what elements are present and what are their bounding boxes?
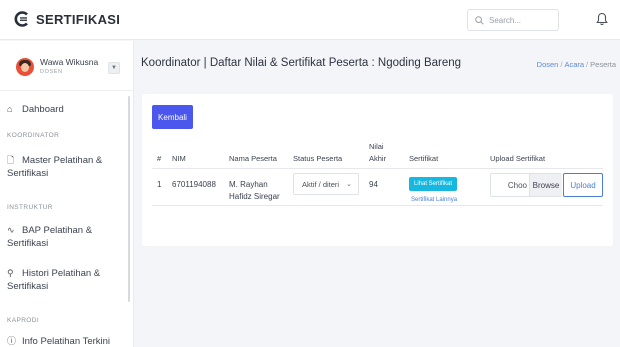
sidebar-item-histori-pelatihan[interactable]: ⚲ Histori Pelatihan & Sertifikasi	[7, 267, 125, 293]
search-input[interactable]	[489, 15, 551, 25]
sidebar: Wawa Wikusna DOSEN ▼ ⌂ Dahboard KOORDINAT…	[0, 41, 134, 347]
cell-grade: 94	[369, 180, 378, 189]
bell-icon[interactable]	[596, 12, 608, 26]
search-icon	[475, 15, 484, 25]
sidebar-item-label: Histori Pelatihan & Sertifikasi	[7, 268, 101, 292]
view-certificate-button[interactable]: Lihat Sertifikat	[409, 177, 457, 191]
app-title: SERTIFIKASI	[36, 11, 121, 27]
sidebar-item-label: Master Pelatihan & Sertifikasi	[7, 155, 103, 179]
sidebar-item-master-pelatihan[interactable]: 🗋 Master Pelatihan & Sertifikasi	[7, 154, 125, 180]
breadcrumb-dosen[interactable]: Dosen	[537, 60, 559, 69]
file-choose-label[interactable]: Choo	[491, 174, 529, 196]
avatar[interactable]	[16, 58, 34, 76]
activity-icon: ∿	[7, 225, 15, 235]
breadcrumb-acara[interactable]: Acara	[564, 60, 584, 69]
sidebar-item-label: BAP Pelatihan & Sertifikasi	[7, 225, 93, 249]
column-header-no: #	[157, 154, 162, 163]
upload-button[interactable]: Upload	[563, 173, 603, 197]
column-header-grade-line2: Akhir	[369, 154, 387, 163]
sidebar-scrollbar[interactable]	[128, 96, 130, 302]
page-title: Koordinator | Daftar Nilai & Sertifikat …	[141, 57, 462, 69]
browse-button[interactable]: Browse	[529, 174, 562, 196]
info-icon: ⓘ	[7, 336, 17, 346]
home-icon: ⌂	[7, 104, 13, 114]
certificate-c-icon	[14, 11, 28, 27]
other-certificate-link[interactable]: Sertifikat Lainnya	[411, 197, 457, 203]
user-panel: Wawa Wikusna DOSEN ▼	[0, 41, 134, 91]
sidebar-item-info-pelatihan[interactable]: ⓘ Info Pelatihan Terkini	[7, 335, 131, 347]
table-row-divider	[152, 205, 603, 206]
column-header-name: Nama Peserta	[229, 154, 277, 163]
cell-no: 1	[157, 180, 162, 189]
sidebar-section-kaprodi: KAPRODI	[7, 317, 40, 324]
user-badge-icon: ⚲	[7, 268, 14, 278]
back-button[interactable]: Kembali	[152, 105, 193, 129]
sidebar-section-instruktur: INSTRUKTUR	[7, 204, 53, 211]
user-role: DOSEN	[40, 69, 63, 75]
cell-name-line1: M. Rayhan	[229, 180, 268, 189]
column-header-upload: Upload Sertifikat	[490, 154, 546, 163]
clipboard-icon: 🗋	[7, 155, 15, 165]
sidebar-section-koordinator: KOORDINATOR	[7, 132, 60, 139]
chevron-down-icon: ▼	[111, 65, 117, 71]
cell-nim: 6701194088	[172, 180, 216, 189]
chevron-down-icon: ⌄	[346, 181, 352, 188]
file-input[interactable]: Choo Browse	[490, 173, 562, 197]
sidebar-item-dashboard[interactable]: ⌂ Dahboard	[7, 103, 64, 116]
main-content: Koordinator | Daftar Nilai & Sertifikat …	[135, 41, 620, 347]
status-value: Aktif / diteri	[302, 179, 340, 189]
status-select[interactable]: Aktif / diteri ⌄	[293, 173, 359, 195]
breadcrumb-peserta: Peserta	[590, 60, 616, 69]
sidebar-item-label: Info Pelatihan Terkini	[22, 336, 111, 347]
column-header-nim: NIM	[172, 154, 186, 163]
user-menu-toggle[interactable]: ▼	[108, 62, 120, 74]
column-header-certificate: Sertifikat	[409, 154, 439, 163]
sidebar-item-bap-pelatihan[interactable]: ∿ BAP Pelatihan & Sertifikasi	[7, 224, 125, 250]
top-navbar: SERTIFIKASI	[0, 0, 620, 40]
cell-name-line2: Hafidz Siregar	[229, 192, 280, 201]
participants-card: Kembali # NIM Nama Peserta Status Pesert…	[142, 94, 613, 246]
brand[interactable]: SERTIFIKASI	[14, 11, 120, 27]
column-header-grade-line1: Nilai	[369, 142, 384, 151]
table-header-divider	[152, 168, 603, 169]
search-box[interactable]	[467, 9, 559, 31]
user-name: Wawa Wikusna	[40, 57, 99, 67]
breadcrumb: Dosen / Acara / Peserta	[536, 60, 616, 69]
sidebar-item-label: Dahboard	[22, 104, 64, 115]
column-header-status: Status Peserta	[293, 154, 343, 163]
